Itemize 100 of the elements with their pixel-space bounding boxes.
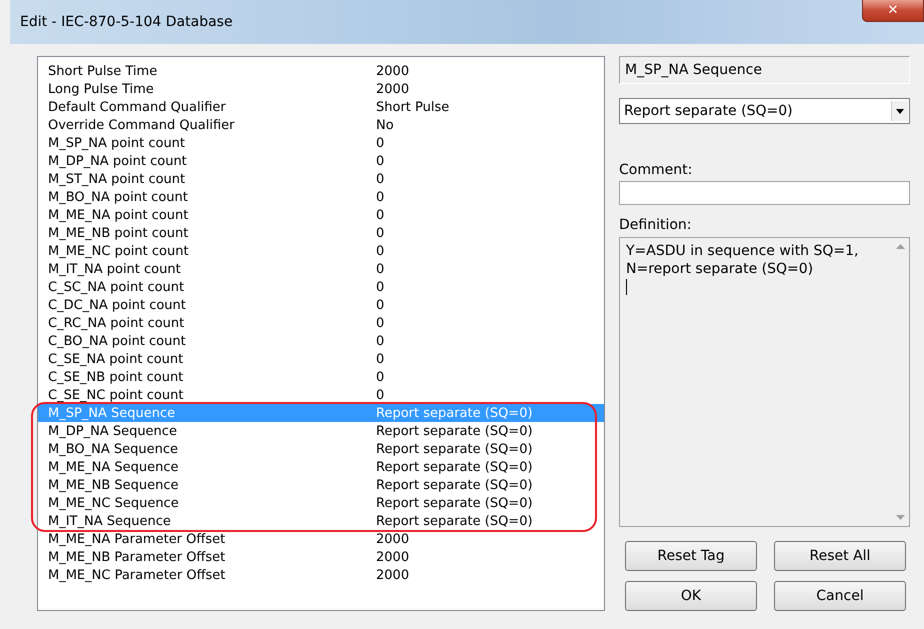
list-row[interactable]: Default Command Qualifier Short Pulse (38, 98, 604, 116)
property-name: M_BO_NA point count (47, 190, 189, 204)
dialog-button[interactable]: OK (625, 581, 757, 611)
list-row[interactable]: M_ME_NA Parameter Offset 2000 (38, 530, 604, 548)
property-value: 0 (375, 298, 384, 312)
property-value: Report separate (SQ=0) (375, 424, 533, 438)
property-name: M_ME_NC Sequence (47, 496, 180, 510)
property-name: Override Command Qualifier (47, 118, 236, 132)
list-row[interactable]: M_DP_NA Sequence Report separate (SQ=0) (38, 422, 604, 440)
dialog-button[interactable]: Reset Tag (625, 541, 757, 571)
close-button[interactable]: ✕ (862, 0, 924, 22)
list-row[interactable]: M_ME_NA point count 0 (38, 206, 604, 224)
property-name: M_IT_NA point count (47, 262, 182, 276)
property-value: 0 (375, 352, 384, 366)
property-value: 0 (375, 226, 384, 240)
list-row[interactable]: C_SE_NC point count 0 (38, 386, 604, 404)
list-row[interactable]: C_SC_NA point count 0 (38, 278, 604, 296)
property-value: 0 (375, 262, 384, 276)
definition-label: Definition: (619, 217, 693, 233)
dialog-button[interactable]: Cancel (774, 581, 906, 611)
property-value: Report separate (SQ=0) (375, 442, 533, 456)
list-row[interactable]: C_SE_NA point count 0 (38, 350, 604, 368)
property-name: M_ME_NC Parameter Offset (47, 568, 226, 582)
dialog-button[interactable]: Reset All (774, 541, 906, 571)
property-name: C_SE_NB point count (47, 370, 184, 384)
scroll-up-icon[interactable] (896, 244, 905, 249)
list-row[interactable]: M_ME_NA Sequence Report separate (SQ=0) (38, 458, 604, 476)
property-value: 0 (375, 370, 384, 384)
property-name: M_BO_NA Sequence (47, 442, 180, 456)
property-name: M_ME_NA Parameter Offset (47, 532, 226, 546)
property-name: M_ME_NB Parameter Offset (47, 550, 226, 564)
property-value: 0 (375, 136, 384, 150)
property-name: M_DP_NA point count (47, 154, 188, 168)
property-value: 0 (375, 316, 384, 330)
property-value: 0 (375, 172, 384, 186)
list-row[interactable]: Long Pulse Time 2000 (38, 80, 604, 98)
property-value: Report separate (SQ=0) (375, 460, 533, 474)
list-row[interactable]: M_ME_NC Parameter Offset 2000 (38, 566, 604, 584)
list-row[interactable]: M_BO_NA point count 0 (38, 188, 604, 206)
property-value: 0 (375, 190, 384, 204)
list-row[interactable]: M_ME_NC point count 0 (38, 242, 604, 260)
property-name: M_ME_NB point count (47, 226, 190, 240)
definition-text: Y=ASDU in sequence with SQ=1, N=report separate (SQ=0) (626, 242, 860, 278)
list-row[interactable]: M_ST_NA point count 0 (38, 170, 604, 188)
property-name: C_RC_NA point count (47, 316, 186, 330)
property-value: Short Pulse (375, 100, 450, 114)
property-name: M_IT_NA Sequence (47, 514, 172, 528)
list-row[interactable]: M_ME_NB Parameter Offset 2000 (38, 548, 604, 566)
property-value: 0 (375, 154, 384, 168)
list-row[interactable]: M_ME_NC Sequence Report separate (SQ=0) (38, 494, 604, 512)
property-name: M_ME_NC point count (47, 244, 190, 258)
comment-field[interactable] (619, 181, 910, 205)
property-value: Report separate (SQ=0) (375, 514, 533, 528)
property-value: Report separate (SQ=0) (375, 478, 533, 492)
property-name: Default Command Qualifier (47, 100, 227, 114)
property-name: C_SE_NC point count (47, 388, 184, 402)
property-value: 0 (375, 244, 384, 258)
list-row[interactable]: M_ME_NB point count 0 (38, 224, 604, 242)
property-value: 2000 (375, 568, 410, 582)
list-row[interactable]: C_SE_NB point count 0 (38, 368, 604, 386)
property-name: M_SP_NA point count (47, 136, 186, 150)
list-row[interactable]: M_ME_NB Sequence Report separate (SQ=0) (38, 476, 604, 494)
property-name: M_DP_NA Sequence (47, 424, 178, 438)
property-name: M_ME_NB Sequence (47, 478, 180, 492)
list-row[interactable]: C_RC_NA point count 0 (38, 314, 604, 332)
text-cursor (626, 279, 627, 295)
list-row[interactable]: M_SP_NA point count 0 (38, 134, 604, 152)
property-name: C_SC_NA point count (47, 280, 186, 294)
value-dropdown[interactable]: Report separate (SQ=0) (619, 98, 910, 124)
property-name: C_DC_NA point count (47, 298, 187, 312)
list-row[interactable]: C_BO_NA point count 0 (38, 332, 604, 350)
property-name: M_ME_NA Sequence (47, 460, 180, 474)
property-value: Report separate (SQ=0) (375, 406, 533, 420)
name-field: M_SP_NA Sequence (619, 56, 910, 84)
property-value: 0 (375, 208, 384, 222)
window-title: Edit - IEC-870-5-104 Database (20, 14, 233, 30)
scroll-down-icon[interactable] (896, 515, 905, 520)
property-name: C_SE_NA point count (47, 352, 184, 366)
property-value: 0 (375, 280, 384, 294)
property-value: 0 (375, 388, 384, 402)
list-row[interactable]: M_BO_NA Sequence Report separate (SQ=0) (38, 440, 604, 458)
property-name: Short Pulse Time (47, 64, 158, 78)
list-row[interactable]: Short Pulse Time 2000 (38, 62, 604, 80)
property-name: C_BO_NA point count (47, 334, 187, 348)
property-value: 2000 (375, 550, 410, 564)
comment-label: Comment: (619, 162, 694, 178)
property-name: M_ME_NA point count (47, 208, 190, 222)
property-name: Long Pulse Time (47, 82, 155, 96)
property-value: 2000 (375, 82, 410, 96)
property-name: M_SP_NA Sequence (47, 406, 176, 420)
list-row[interactable]: C_DC_NA point count 0 (38, 296, 604, 314)
property-value: 2000 (375, 532, 410, 546)
property-value: No (375, 118, 394, 132)
property-value: 2000 (375, 64, 410, 78)
list-row[interactable]: Override Command Qualifier No (38, 116, 604, 134)
property-value: Report separate (SQ=0) (375, 496, 533, 510)
list-row[interactable]: M_DP_NA point count 0 (38, 152, 604, 170)
list-row[interactable]: M_IT_NA point count 0 (38, 260, 604, 278)
list-row[interactable]: M_IT_NA Sequence Report separate (SQ=0) (38, 512, 604, 530)
property-value: 0 (375, 334, 384, 348)
